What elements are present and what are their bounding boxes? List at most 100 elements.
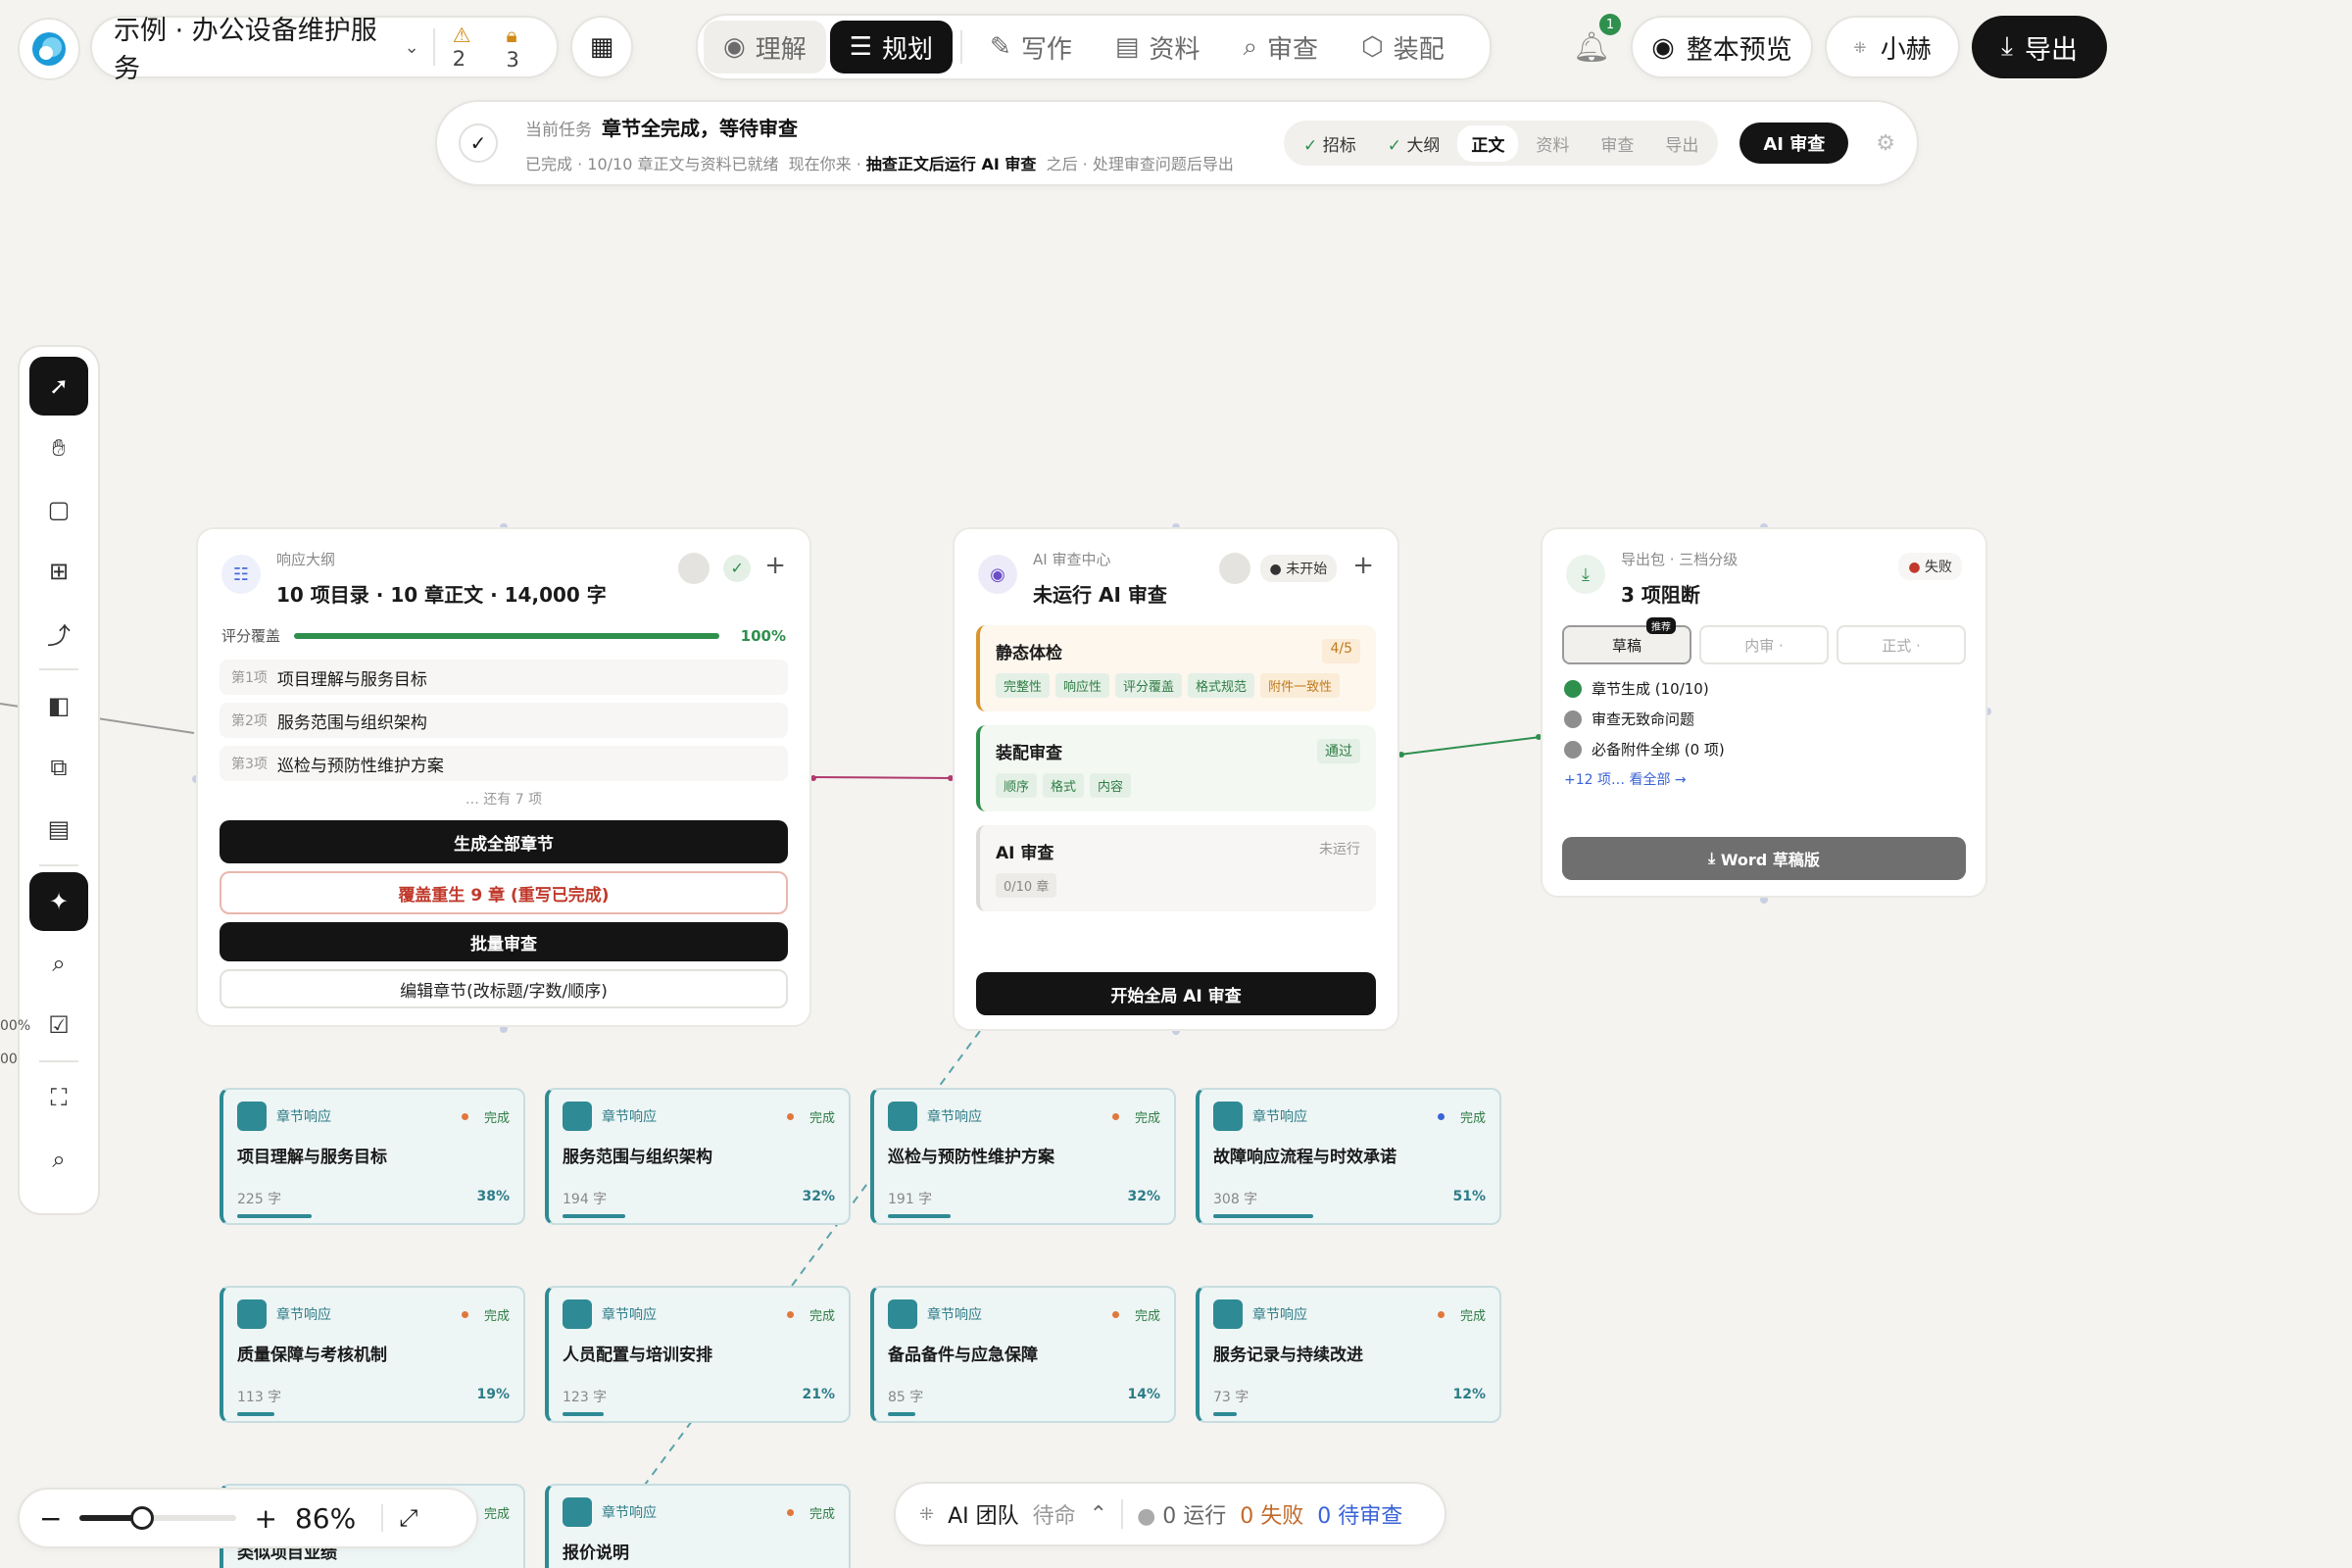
add-icon[interactable]: +: [1352, 551, 1374, 580]
chapter-words: 73 字: [1213, 1390, 1250, 1405]
chapter-progress: 38%: [476, 1189, 510, 1204]
tab-assemble[interactable]: ⬡ 装配: [1342, 21, 1464, 74]
export-package-card[interactable]: ⤓ 导出包 · 三档分级 3 项阻断 ● 失败 草稿 推荐 内审 · 正式 · 章…: [1541, 527, 1987, 898]
eye-icon: ◉: [978, 555, 1017, 594]
tab-plan[interactable]: ☰ 规划: [829, 21, 954, 74]
chapter-label: 章节响应: [276, 1109, 331, 1125]
note-tool[interactable]: ▢: [29, 480, 88, 539]
panel-tool[interactable]: ◧: [29, 676, 88, 735]
regenerate-button[interactable]: 覆盖重生 9 章 (重写已完成): [220, 871, 788, 914]
chapter-card[interactable]: 章节响应 完成 服务范围与组织架构 194 字 32%: [545, 1088, 851, 1225]
ai-review-button[interactable]: AI 审查: [1740, 122, 1849, 164]
project-switcher[interactable]: 示例 · 办公设备维护服务 ⌄ ⚠ 2 🔒︎ 3: [90, 16, 559, 84]
chapter-card[interactable]: 章节响应 完成 服务记录与持续改进 73 字 12%: [1196, 1286, 1501, 1423]
tier-final-tab[interactable]: 正式 ·: [1837, 625, 1966, 664]
task-now: 抽查正文后运行 AI 审查: [865, 154, 1037, 173]
edit-chapters-button[interactable]: 编辑章节(改标题/字数/顺序): [220, 969, 788, 1008]
shapes-icon: ⧉: [50, 754, 68, 781]
chapter-card[interactable]: 章节响应 完成 项目理解与服务目标 225 字 38%: [220, 1088, 525, 1225]
chapter-icon: [1213, 1102, 1243, 1131]
chapter-words: 85 字: [888, 1390, 924, 1405]
zoom-out-button[interactable]: −: [39, 1502, 62, 1535]
chevron-up-icon[interactable]: ⌃: [1090, 1502, 1107, 1527]
chapter-card[interactable]: 章节响应 完成 人员配置与培训安排 123 字 21%: [545, 1286, 851, 1423]
search-tool[interactable]: ⌕: [29, 1130, 88, 1189]
fit-screen-icon[interactable]: ⤢: [381, 1504, 417, 1532]
chapter-card[interactable]: 章节响应 完成 巡检与预防性维护方案 191 字 32%: [870, 1088, 1176, 1225]
find-tool[interactable]: ⌕: [29, 934, 88, 993]
check-item: 章节生成 (10/10): [1564, 678, 1964, 699]
zoom-slider[interactable]: [79, 1506, 237, 1530]
lock-indicator[interactable]: 🔒︎ 3: [507, 24, 536, 72]
workflow-tabs: ◉ 理解 ☰ 规划 ✎ 写作 ▤ 资料 ⌕ 审查 ⬡ 装配: [696, 14, 1492, 80]
chapter-status: 完成: [483, 1308, 510, 1324]
zoom-in-button[interactable]: +: [254, 1502, 276, 1535]
chapter-card[interactable]: 章节响应 完成 报价说明: [545, 1484, 851, 1568]
focus-tool[interactable]: ⛶: [29, 1068, 88, 1127]
more-items-link[interactable]: … 还有 7 项: [220, 789, 788, 808]
sidebar-icon: ◧: [47, 692, 71, 719]
recommended-badge: 推荐: [1646, 617, 1676, 634]
checklist-tool[interactable]: ☑: [29, 996, 88, 1054]
outline-item[interactable]: 第1项 项目理解与服务目标: [220, 660, 788, 695]
add-icon[interactable]: +: [764, 551, 786, 580]
chapter-title: 报价说明: [563, 1544, 629, 1563]
chapter-words: 225 字: [237, 1192, 282, 1207]
add-node-tool[interactable]: ⊞: [29, 542, 88, 601]
user-menu[interactable]: ⁜ 小赫: [1825, 16, 1960, 78]
layout-toggle-button[interactable]: ▦: [570, 16, 633, 78]
ai-check-section[interactable]: AI 审查 未运行 0/10 章: [976, 825, 1376, 911]
layout-icon: ▦: [589, 32, 614, 62]
chapter-icon: [237, 1299, 267, 1329]
check-circle-icon: ✓: [459, 123, 498, 163]
chapter-card[interactable]: 章节响应 完成 故障响应流程与时效承诺 308 字 51%: [1196, 1088, 1501, 1225]
step-outline[interactable]: ✓ 大纲: [1374, 125, 1454, 162]
step-body[interactable]: 正文: [1457, 124, 1519, 162]
chapter-card[interactable]: 章节响应 完成 备品备件与应急保障 85 字 14%: [870, 1286, 1176, 1423]
grid-icon: ⁜: [919, 1503, 935, 1525]
table-tool[interactable]: ▤: [29, 800, 88, 858]
tab-write[interactable]: ✎ 写作: [970, 21, 1092, 74]
start-ai-review-button[interactable]: 开始全局 AI 审查: [976, 972, 1376, 1015]
export-button[interactable]: ⤓ 导出: [1972, 16, 2107, 78]
see-all-link[interactable]: +12 项… 看全部 →: [1564, 769, 1964, 789]
step-review[interactable]: 审查: [1587, 125, 1647, 162]
settings-icon[interactable]: ⚙: [1876, 131, 1895, 156]
tier-draft-tab[interactable]: 草稿 推荐: [1562, 617, 1691, 664]
chapter-progress: 12%: [1452, 1387, 1486, 1402]
step-export[interactable]: 导出: [1651, 125, 1712, 162]
outline-item[interactable]: 第3项 巡检与预防性维护方案: [220, 746, 788, 781]
ai-team-bar[interactable]: ⁜ AI 团队 待命 ⌃ ● 0 运行 0 失败 0 待审查: [894, 1482, 1446, 1546]
connector-tool[interactable]: ⤴: [29, 604, 88, 662]
tab-review[interactable]: ⌕ 审查: [1223, 21, 1338, 74]
warning-indicator[interactable]: ⚠ 2: [453, 24, 489, 71]
select-tool[interactable]: ➚: [29, 357, 88, 416]
generate-all-button[interactable]: 生成全部章节: [220, 820, 788, 863]
task-after: 之后 · 处理审查问题后导出: [1046, 154, 1234, 173]
hand-tool[interactable]: ✋︎: [29, 418, 88, 477]
doc-icon[interactable]: [678, 553, 710, 584]
preview-button[interactable]: ◉ 整本预览: [1631, 16, 1813, 78]
outline-card[interactable]: ☷ 响应大纲 10 项目录 · 10 章正文 · 14,000 字 ✓ + 评分…: [196, 527, 811, 1027]
step-materials[interactable]: 资料: [1522, 125, 1583, 162]
ai-tool[interactable]: ✦: [29, 872, 88, 931]
tab-understand[interactable]: ◉ 理解: [704, 21, 826, 74]
app-logo[interactable]: [18, 18, 80, 80]
chapter-icon: [563, 1102, 592, 1131]
step-tender[interactable]: ✓ 招标: [1290, 125, 1370, 162]
notifications-button[interactable]: 🔔︎ 1: [1560, 14, 1623, 78]
tab-materials[interactable]: ▤ 资料: [1096, 21, 1220, 74]
zoom-control: − + 86% ⤢: [18, 1488, 478, 1548]
tier-internal-tab[interactable]: 内审 ·: [1699, 625, 1829, 664]
batch-review-button[interactable]: 批量审查: [220, 922, 788, 961]
chapter-card[interactable]: 章节响应 完成 质量保障与考核机制 113 字 19%: [220, 1286, 525, 1423]
status-dot: [1437, 1112, 1445, 1120]
download-icon: ⤓: [1566, 555, 1605, 594]
word-draft-button[interactable]: ⤓ Word 草稿版: [1562, 837, 1966, 880]
chapter-progress-bar: [1213, 1214, 1313, 1218]
outline-item[interactable]: 第2项 服务范围与组织架构: [220, 703, 788, 738]
ai-review-card[interactable]: ◉ AI 审查中心 未运行 AI 审查 ● 未开始 + 静态体检 4/5 完整性响…: [953, 527, 1399, 1031]
group-tool[interactable]: ⧉: [29, 738, 88, 797]
static-check-section[interactable]: 静态体检 4/5 完整性 响应性 评分覆盖 格式规范 附件一致性: [976, 625, 1376, 711]
assembly-check-section[interactable]: 装配审查 通过 顺序 格式 内容: [976, 725, 1376, 811]
